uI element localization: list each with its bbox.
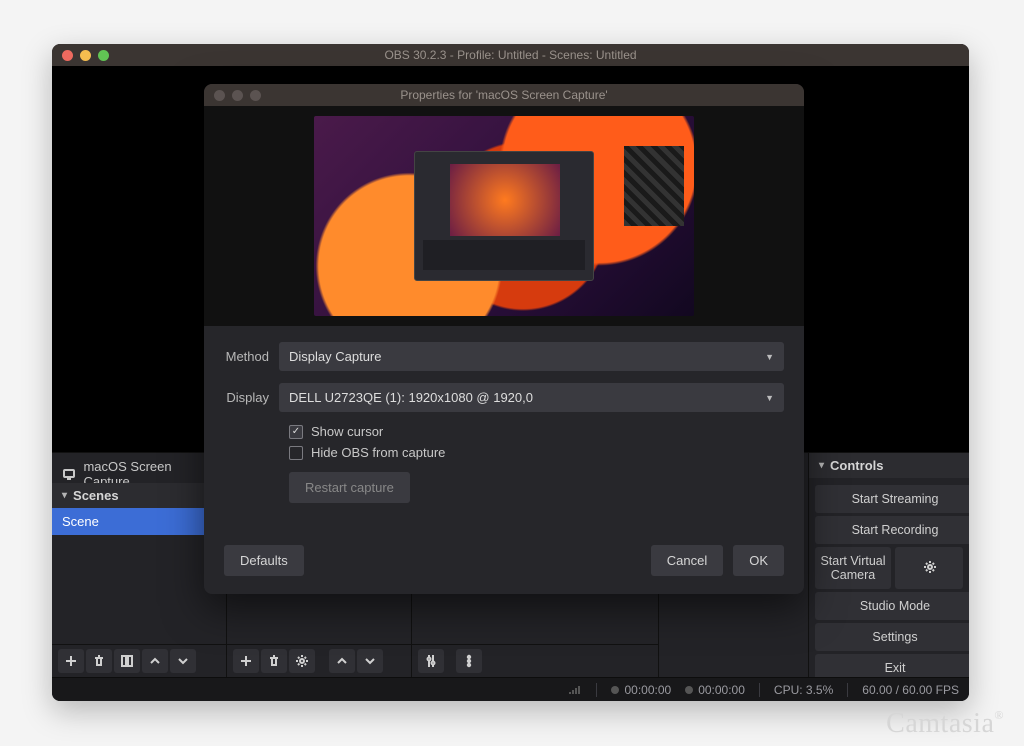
controls-body: Start Streaming Start Recording Start Vi… <box>809 478 969 677</box>
stream-time: 00:00:00 <box>624 683 671 697</box>
start-virtual-camera-button[interactable]: Start Virtual Camera <box>815 547 891 589</box>
collapse-icon: ▾ <box>62 490 67 501</box>
gear-sliders-icon <box>424 654 438 668</box>
thumbnail-window <box>414 151 594 281</box>
controls-header-label: Controls <box>830 458 883 473</box>
add-scene-button[interactable] <box>58 649 84 673</box>
stream-timer: 00:00:00 <box>611 683 671 697</box>
controls-dock: ▾ Controls Start Streaming Start Recordi… <box>809 453 969 677</box>
plus-icon <box>64 654 78 668</box>
main-titlebar: OBS 30.2.3 - Profile: Untitled - Scenes:… <box>52 44 969 66</box>
scene-filters-button[interactable] <box>114 649 140 673</box>
gear-icon <box>295 654 309 668</box>
source-item-label: macOS Screen Capture <box>83 459 216 483</box>
scene-up-button[interactable] <box>142 649 168 673</box>
display-row: Display DELL U2723QE (1): 1920x1080 @ 19… <box>224 383 784 412</box>
properties-dialog: Properties for 'macOS Screen Capture' Me… <box>204 84 804 594</box>
mixer-advanced-button[interactable] <box>418 649 444 673</box>
dot-icon <box>685 686 693 694</box>
scene-down-button[interactable] <box>170 649 196 673</box>
statusbar: 00:00:00 00:00:00 CPU: 3.5% 60.00 / 60.0… <box>52 677 969 701</box>
camtasia-watermark: Camtasia® <box>886 708 1004 740</box>
display-select[interactable]: DELL U2723QE (1): 1920x1080 @ 1920,0 ▼ <box>279 383 784 412</box>
preview-thumbnail <box>314 116 694 316</box>
chevron-up-icon <box>335 654 349 668</box>
trash-icon <box>267 654 281 668</box>
ok-button[interactable]: OK <box>733 545 784 576</box>
dialog-title: Properties for 'macOS Screen Capture' <box>204 88 804 102</box>
method-select[interactable]: Display Capture ▼ <box>279 342 784 371</box>
fps-display: 60.00 / 60.00 FPS <box>862 683 959 697</box>
thumbnail-hatch <box>624 146 684 226</box>
sources-list: macOS Screen Capture <box>52 453 226 483</box>
show-cursor-checkbox[interactable]: ✓ <box>289 425 303 439</box>
chevron-up-icon <box>148 654 162 668</box>
collapse-icon: ▾ <box>819 460 824 471</box>
chevron-down-icon <box>176 654 190 668</box>
chevron-down-icon: ▼ <box>765 352 774 362</box>
method-label: Method <box>224 349 279 364</box>
record-time: 00:00:00 <box>698 683 745 697</box>
dialog-preview <box>204 106 804 326</box>
display-label: Display <box>224 390 279 405</box>
scenes-header[interactable]: ▾ Scenes <box>52 483 226 508</box>
watermark-text: Camtasia <box>886 708 994 739</box>
record-timer: 00:00:00 <box>685 683 745 697</box>
method-row: Method Display Capture ▼ <box>224 342 784 371</box>
mixer-menu-button[interactable] <box>456 649 482 673</box>
settings-button[interactable]: Settings <box>815 623 969 651</box>
defaults-button[interactable]: Defaults <box>224 545 304 576</box>
filters-icon <box>120 654 134 668</box>
start-recording-button[interactable]: Start Recording <box>815 516 969 544</box>
scenes-list: Scene <box>52 508 226 644</box>
scene-item-label: Scene <box>62 514 99 529</box>
scenes-header-label: Scenes <box>73 488 119 503</box>
cpu-usage: CPU: 3.5% <box>774 683 833 697</box>
start-streaming-button[interactable]: Start Streaming <box>815 485 969 513</box>
source-properties-button[interactable] <box>289 649 315 673</box>
dialog-titlebar: Properties for 'macOS Screen Capture' <box>204 84 804 106</box>
source-down-button[interactable] <box>357 649 383 673</box>
source-item[interactable]: macOS Screen Capture <box>52 453 226 483</box>
method-value: Display Capture <box>289 349 382 364</box>
chevron-down-icon: ▼ <box>765 393 774 403</box>
display-icon <box>62 467 75 481</box>
mixer-toolbar <box>412 644 658 677</box>
source-up-button[interactable] <box>329 649 355 673</box>
controls-header[interactable]: ▾ Controls <box>809 453 969 478</box>
restart-capture-button[interactable]: Restart capture <box>289 472 410 503</box>
show-cursor-row[interactable]: ✓ Show cursor <box>289 424 784 439</box>
scenes-dock: macOS Screen Capture ▾ Scenes Scene <box>52 453 227 677</box>
kebab-icon <box>462 654 476 668</box>
hide-obs-row[interactable]: Hide OBS from capture <box>289 445 784 460</box>
plus-icon <box>239 654 253 668</box>
hide-obs-label: Hide OBS from capture <box>311 445 445 460</box>
hide-obs-checkbox[interactable] <box>289 446 303 460</box>
remove-source-button[interactable] <box>261 649 287 673</box>
scene-item[interactable]: Scene <box>52 508 226 535</box>
virtual-camera-settings-button[interactable] <box>895 547 963 589</box>
trash-icon <box>92 654 106 668</box>
exit-button[interactable]: Exit <box>815 654 969 677</box>
bars-icon <box>568 684 582 696</box>
studio-mode-button[interactable]: Studio Mode <box>815 592 969 620</box>
dialog-footer: Defaults Cancel OK <box>204 531 804 594</box>
network-indicator <box>568 684 582 696</box>
sources-toolbar <box>227 644 411 677</box>
chevron-down-icon <box>363 654 377 668</box>
main-window-title: OBS 30.2.3 - Profile: Untitled - Scenes:… <box>52 48 969 62</box>
show-cursor-label: Show cursor <box>311 424 383 439</box>
add-source-button[interactable] <box>233 649 259 673</box>
scenes-toolbar <box>52 644 226 677</box>
gear-icon <box>923 560 936 573</box>
display-value: DELL U2723QE (1): 1920x1080 @ 1920,0 <box>289 390 533 405</box>
dot-icon <box>611 686 619 694</box>
remove-scene-button[interactable] <box>86 649 112 673</box>
dialog-form: Method Display Capture ▼ Display DELL U2… <box>204 326 804 531</box>
cancel-button[interactable]: Cancel <box>651 545 723 576</box>
